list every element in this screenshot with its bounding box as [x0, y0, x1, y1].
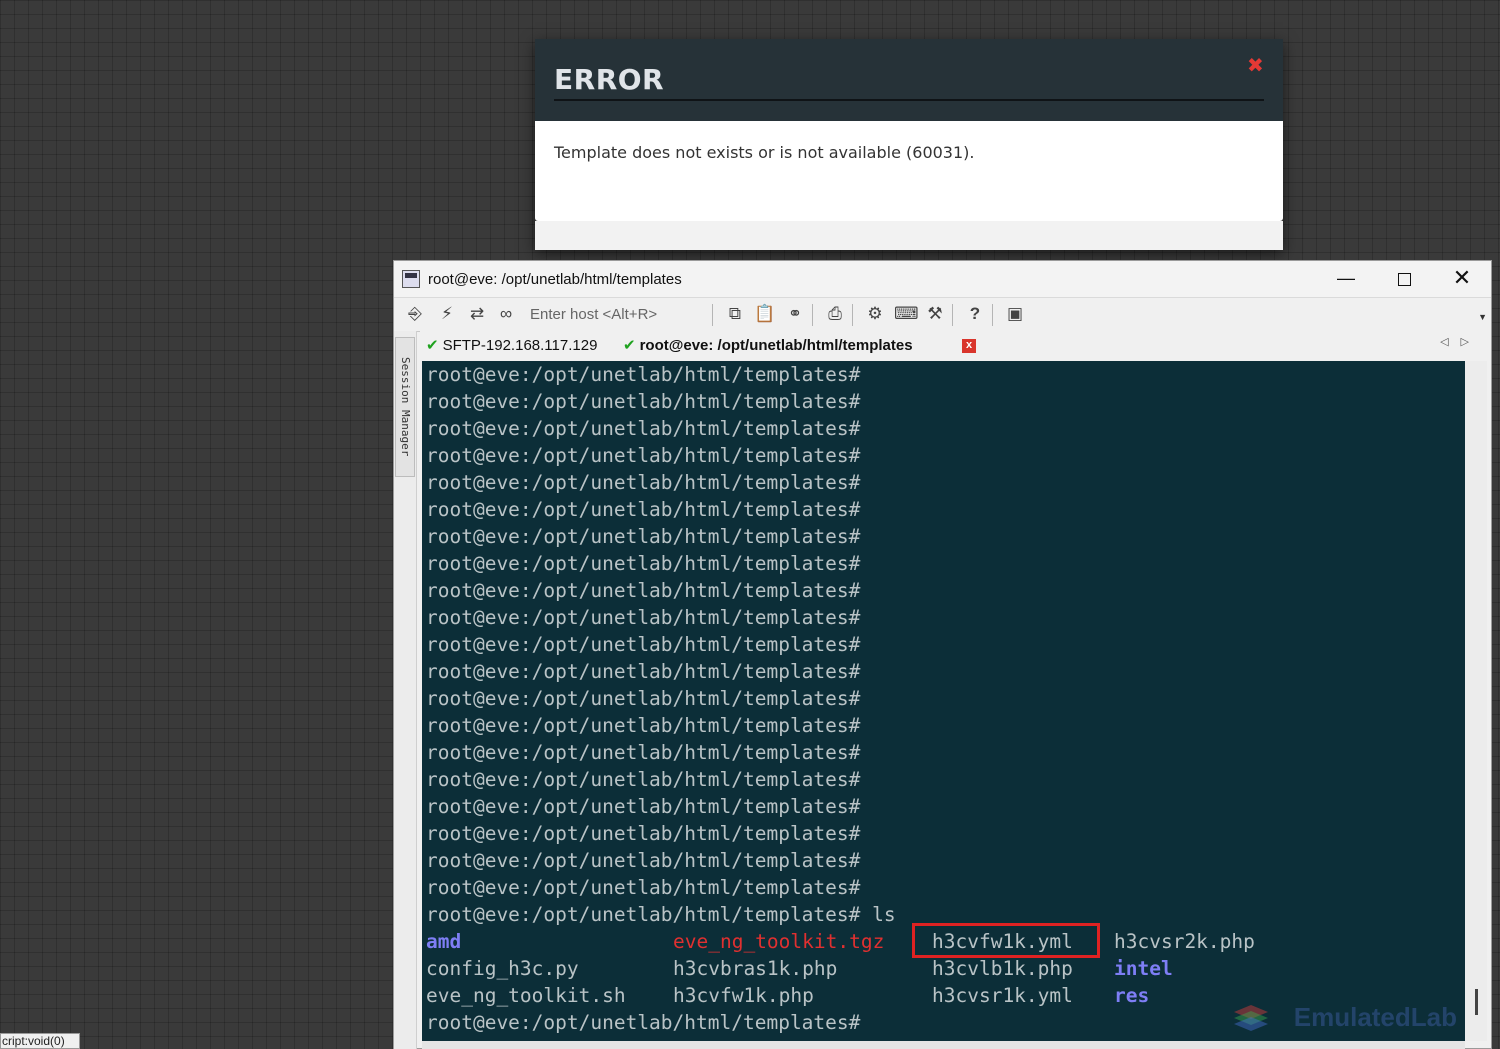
- list-item: h3cvsr1k.yml: [932, 984, 1073, 1007]
- terminal-output[interactable]: root@eve:/opt/unetlab/html/templates# roo…: [422, 361, 1465, 1041]
- modal-body: Template does not exists or is not avail…: [535, 121, 1283, 221]
- terminal-line: root@eve:/opt/unetlab/html/templates#: [426, 390, 861, 413]
- new-session-icon[interactable]: ⎆: [404, 303, 426, 325]
- terminal-line: root@eve:/opt/unetlab/html/templates#: [426, 363, 861, 386]
- terminal-line: root@eve:/opt/unetlab/html/templates#: [426, 471, 861, 494]
- current-prompt: root@eve:/opt/unetlab/html/templates#: [426, 1011, 861, 1034]
- list-item: h3cvlb1k.php: [932, 957, 1073, 980]
- tab-scroll-arrows[interactable]: ◁▷: [1440, 335, 1481, 348]
- modal-divider: [554, 99, 1264, 101]
- toolbar-divider: [992, 304, 993, 326]
- toolbar-divider: [952, 304, 953, 326]
- terminal-line: root@eve:/opt/unetlab/html/templates#: [426, 633, 861, 656]
- terminal-line: root@eve:/opt/unetlab/html/templates#: [426, 417, 861, 440]
- find-icon[interactable]: ⚭: [784, 303, 806, 325]
- highlight-box: [912, 923, 1100, 958]
- terminal-window: root@eve: /opt/unetlab/html/templates — …: [393, 260, 1492, 1049]
- list-item: h3cvfw1k.php: [673, 984, 814, 1007]
- toolbar-divider: [812, 304, 813, 326]
- terminal-line: root@eve:/opt/unetlab/html/templates#: [426, 795, 861, 818]
- list-item: config_h3c.py: [426, 957, 579, 980]
- screenshot-icon[interactable]: ▣: [1004, 303, 1026, 325]
- error-message: Template does not exists or is not avail…: [554, 143, 975, 162]
- terminal-line: root@eve:/opt/unetlab/html/templates#: [426, 768, 861, 791]
- close-tab-icon[interactable]: x: [962, 339, 976, 353]
- list-item: h3cvsr2k.php: [1114, 930, 1255, 953]
- help-icon[interactable]: ?: [964, 303, 986, 325]
- sftp-icon[interactable]: ⚒: [924, 303, 946, 325]
- watermark-logo-icon: [1234, 1005, 1268, 1031]
- terminal-line: root@eve:/opt/unetlab/html/templates#: [426, 552, 861, 575]
- list-item: eve_ng_toolkit.sh: [426, 984, 626, 1007]
- session-manager-sidebar: Session Manager: [394, 331, 417, 1049]
- session-tabs: ✔ SFTP-192.168.117.129 ✔ root@eve: /opt/un…: [420, 331, 1491, 361]
- terminal-line: root@eve:/opt/unetlab/html/templates#: [426, 444, 861, 467]
- tab-sftp[interactable]: ✔ SFTP-192.168.117.129: [426, 333, 597, 359]
- list-item: res: [1114, 984, 1150, 1007]
- settings-icon[interactable]: ⚙: [864, 303, 886, 325]
- terminal-line: root@eve:/opt/unetlab/html/templates#: [426, 741, 861, 764]
- reconnect-icon[interactable]: ⇄: [466, 303, 488, 325]
- terminal-line: root@eve:/opt/unetlab/html/templates#: [426, 525, 861, 548]
- copy-icon[interactable]: ⧉: [724, 303, 746, 325]
- terminal-line: root@eve:/opt/unetlab/html/templates#: [426, 849, 861, 872]
- modal-title: ERROR: [554, 63, 665, 96]
- error-modal: ERROR ✖ Template does not exists or is n…: [535, 39, 1283, 250]
- app-icon: [402, 270, 420, 288]
- modal-footer: [535, 221, 1283, 250]
- minimize-button[interactable]: —: [1317, 261, 1375, 297]
- terminal-line: root@eve:/opt/unetlab/html/templates#: [426, 498, 861, 521]
- tab-terminal[interactable]: ✔ root@eve: /opt/unetlab/html/templates: [623, 333, 913, 359]
- link-icon[interactable]: ∞: [495, 303, 517, 325]
- status-url: cript:void(0): [0, 1033, 80, 1049]
- toolbar-divider: [852, 304, 853, 326]
- terminal-line: root@eve:/opt/unetlab/html/templates#: [426, 876, 861, 899]
- terminal-line: root@eve:/opt/unetlab/html/templates#: [426, 606, 861, 629]
- list-item: intel: [1114, 957, 1173, 980]
- maximize-icon: [1397, 272, 1411, 286]
- terminal-command-line: root@eve:/opt/unetlab/html/templates# ls: [426, 903, 896, 926]
- lightning-icon[interactable]: ⚡: [436, 303, 458, 325]
- window-titlebar[interactable]: root@eve: /opt/unetlab/html/templates — …: [394, 261, 1491, 297]
- horizontal-scrollbar[interactable]: [422, 1041, 1465, 1049]
- terminal-line: root@eve:/opt/unetlab/html/templates#: [426, 687, 861, 710]
- list-item: amd: [426, 930, 462, 953]
- paste-icon[interactable]: 📋: [754, 303, 776, 325]
- vertical-scrollbar[interactable]: [1465, 361, 1487, 1041]
- terminal-line: root@eve:/opt/unetlab/html/templates#: [426, 714, 861, 737]
- terminal-history: root@eve:/opt/unetlab/html/templates# roo…: [426, 361, 896, 928]
- checkmark-icon: ✔: [426, 337, 439, 354]
- terminal-line: root@eve:/opt/unetlab/html/templates#: [426, 660, 861, 683]
- session-manager-tab[interactable]: Session Manager: [395, 337, 415, 477]
- toolbar: ⎆ ⚡ ⇄ ∞ ⧉ 📋 ⚭ ⎙ ⚙ ⌨ ⚒ ? ▣ ▼: [394, 297, 1491, 332]
- modal-header: ERROR ✖: [535, 39, 1283, 121]
- scrollbar-thumb[interactable]: [1475, 989, 1478, 1015]
- close-window-button[interactable]: ✕: [1433, 261, 1491, 297]
- checkmark-icon: ✔: [623, 337, 636, 354]
- toolbar-divider: [712, 304, 713, 326]
- print-icon[interactable]: ⎙: [824, 303, 846, 325]
- terminal-line: root@eve:/opt/unetlab/html/templates#: [426, 822, 861, 845]
- list-item: eve_ng_toolkit.tgz: [673, 930, 885, 953]
- tab-label: root@eve: /opt/unetlab/html/templates: [639, 337, 913, 354]
- maximize-button[interactable]: [1375, 261, 1433, 297]
- tab-label: SFTP-192.168.117.129: [442, 337, 598, 354]
- list-item: h3cvbras1k.php: [673, 957, 838, 980]
- window-title: root@eve: /opt/unetlab/html/templates: [428, 271, 682, 288]
- close-icon[interactable]: ✖: [1247, 56, 1264, 76]
- keymap-icon[interactable]: ⌨: [894, 303, 919, 325]
- chevron-down-icon[interactable]: ▼: [1478, 312, 1487, 322]
- watermark: EmulatedLab: [1293, 1002, 1457, 1032]
- terminal-line: root@eve:/opt/unetlab/html/templates#: [426, 579, 861, 602]
- host-input[interactable]: [524, 303, 716, 325]
